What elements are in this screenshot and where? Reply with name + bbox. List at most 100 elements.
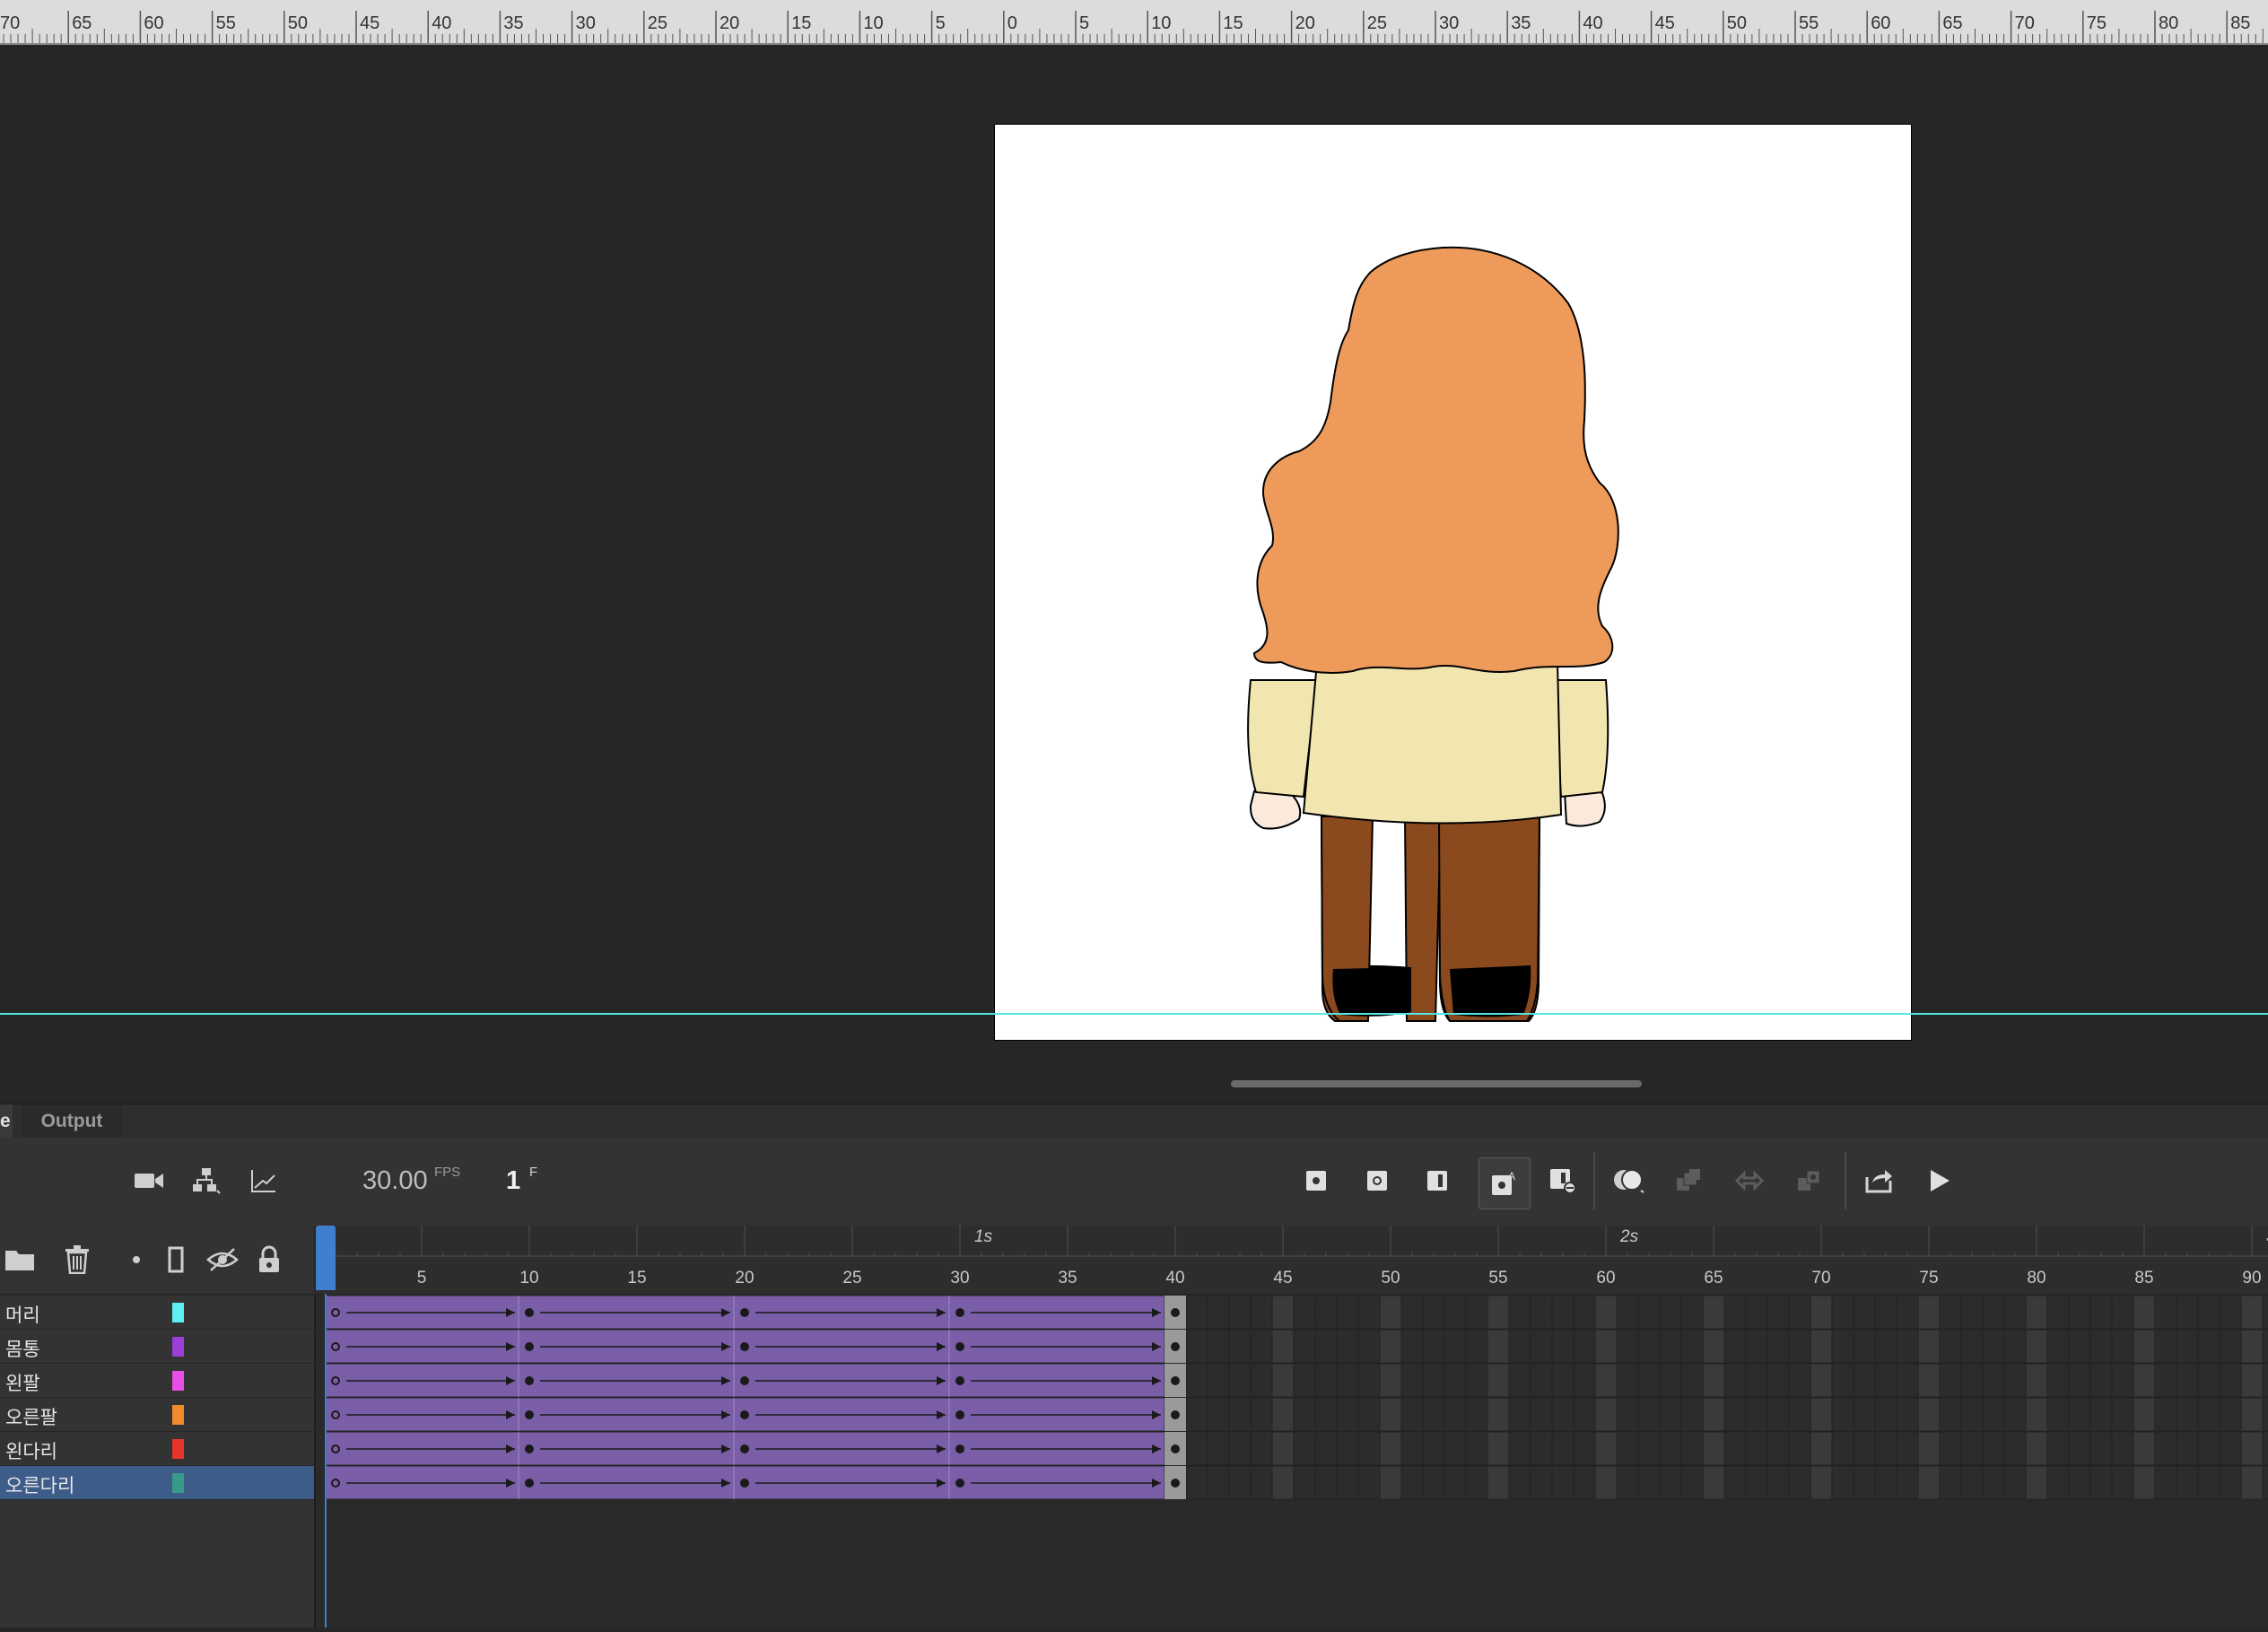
empty-frame-cell[interactable] [1336, 1397, 1359, 1432]
empty-frame-cell[interactable] [1487, 1329, 1510, 1364]
empty-frame-cell[interactable] [2176, 1363, 2199, 1398]
empty-frame-cell[interactable] [1680, 1465, 1704, 1500]
empty-frame-cell[interactable] [1723, 1465, 1747, 1500]
keyframe-dot[interactable] [525, 1479, 534, 1488]
empty-frame-cell[interactable] [1336, 1295, 1359, 1330]
empty-frame-cell[interactable] [1314, 1431, 1338, 1466]
empty-frame-cell[interactable] [1508, 1329, 1531, 1364]
empty-frame-cell[interactable] [1594, 1363, 1618, 1398]
empty-frame-cell[interactable] [1357, 1465, 1381, 1500]
empty-frame-cell[interactable] [1659, 1431, 1682, 1466]
empty-frame-cell[interactable] [1766, 1465, 1790, 1500]
empty-frame-cell[interactable] [1616, 1465, 1639, 1500]
keyframe-dot[interactable] [955, 1376, 964, 1385]
layer-color-swatch[interactable] [172, 1337, 184, 1357]
empty-frame-cell[interactable] [1422, 1329, 1445, 1364]
empty-frame-cell[interactable] [1982, 1397, 2005, 1432]
keyframe-dot[interactable] [525, 1342, 534, 1351]
empty-frame-cell[interactable] [1465, 1295, 1488, 1330]
empty-frame-cell[interactable] [1831, 1397, 1854, 1432]
empty-frame-cell[interactable] [1874, 1295, 1897, 1330]
empty-frame-cell[interactable] [1616, 1363, 1639, 1398]
empty-frame-cell[interactable] [1788, 1329, 1811, 1364]
empty-frame-cell[interactable] [2003, 1295, 2027, 1330]
empty-frame-cell[interactable] [1314, 1363, 1338, 1398]
empty-frame-cell[interactable] [1314, 1397, 1338, 1432]
empty-frame-cell[interactable] [1530, 1431, 1553, 1466]
trash-icon[interactable] [57, 1240, 97, 1279]
empty-frame-cell[interactable] [2262, 1397, 2268, 1432]
empty-frame-cell[interactable] [1444, 1397, 1467, 1432]
empty-frame-cell[interactable] [1745, 1295, 1768, 1330]
layer-name[interactable]: 몸통 [5, 1335, 40, 1362]
empty-frame-cell[interactable] [2176, 1431, 2199, 1466]
empty-frame-cell[interactable] [1508, 1397, 1531, 1432]
empty-frame-cell[interactable] [1228, 1363, 1252, 1398]
empty-frame-cell[interactable] [2046, 1329, 2070, 1364]
empty-frame-cell[interactable] [1939, 1465, 1962, 1500]
empty-frame-cell[interactable] [1810, 1397, 1833, 1432]
empty-frame-cell[interactable] [1336, 1431, 1359, 1466]
empty-frame-cell[interactable] [1616, 1431, 1639, 1466]
empty-frame-cell[interactable] [1917, 1295, 1941, 1330]
empty-frame-cell[interactable] [1573, 1465, 1596, 1500]
empty-frame-cell[interactable] [1702, 1295, 1725, 1330]
empty-frame-cell[interactable] [1917, 1363, 1941, 1398]
empty-frame-cell[interactable] [1551, 1431, 1575, 1466]
keyframe-dot[interactable] [525, 1376, 534, 1385]
empty-frame-cell[interactable] [1874, 1329, 1897, 1364]
empty-frame-cell[interactable] [1939, 1397, 1962, 1432]
keyframe-dot[interactable] [1171, 1308, 1180, 1317]
empty-frame-cell[interactable] [1185, 1329, 1208, 1364]
empty-frame-cell[interactable] [1487, 1431, 1510, 1466]
empty-frame-cell[interactable] [1293, 1363, 1316, 1398]
empty-frame-cell[interactable] [2219, 1295, 2242, 1330]
empty-frame-cell[interactable] [1465, 1397, 1488, 1432]
empty-frame-cell[interactable] [1444, 1465, 1467, 1500]
empty-frame-cell[interactable] [1896, 1465, 1919, 1500]
empty-frame-cell[interactable] [1293, 1329, 1316, 1364]
empty-frame-cell[interactable] [1960, 1363, 1984, 1398]
empty-frame-cell[interactable] [1831, 1431, 1854, 1466]
empty-frame-cell[interactable] [1400, 1329, 1424, 1364]
empty-frame-cell[interactable] [1766, 1431, 1790, 1466]
empty-frame-cell[interactable] [1357, 1329, 1381, 1364]
empty-frame-cell[interactable] [1573, 1295, 1596, 1330]
empty-frame-cell[interactable] [1810, 1431, 1833, 1466]
empty-frame-cell[interactable] [1400, 1431, 1424, 1466]
empty-frame-cell[interactable] [1637, 1465, 1661, 1500]
empty-frame-cell[interactable] [1551, 1465, 1575, 1500]
empty-frame-cell[interactable] [2003, 1465, 2027, 1500]
stage-horizontal-scrollbar[interactable] [1231, 1080, 1642, 1087]
empty-frame-cell[interactable] [2262, 1295, 2268, 1330]
empty-frame-cell[interactable] [2068, 1329, 2091, 1364]
empty-frame-cell[interactable] [1702, 1329, 1725, 1364]
empty-frame-cell[interactable] [1831, 1465, 1854, 1500]
empty-frame-cell[interactable] [2262, 1431, 2268, 1466]
empty-frame-cell[interactable] [1379, 1431, 1402, 1466]
layer-color-swatch[interactable] [172, 1405, 184, 1425]
empty-frame-cell[interactable] [1659, 1329, 1682, 1364]
empty-frame-cell[interactable] [2068, 1397, 2091, 1432]
empty-frame-cell[interactable] [1896, 1431, 1919, 1466]
empty-frame-cell[interactable] [2133, 1329, 2156, 1364]
empty-frame-cell[interactable] [2089, 1397, 2113, 1432]
layer-row[interactable]: 오른다리 [0, 1466, 314, 1500]
empty-frame-cell[interactable] [1508, 1431, 1531, 1466]
empty-frame-cell[interactable] [1637, 1397, 1661, 1432]
empty-frame-cell[interactable] [1659, 1397, 1682, 1432]
empty-frame-cell[interactable] [1616, 1295, 1639, 1330]
empty-frame-cell[interactable] [2046, 1465, 2070, 1500]
empty-frame-cell[interactable] [1766, 1397, 1790, 1432]
empty-frame-cell[interactable] [1185, 1465, 1208, 1500]
empty-frame-cell[interactable] [1810, 1465, 1833, 1500]
empty-frame-cell[interactable] [2089, 1295, 2113, 1330]
layer-color-swatch[interactable] [172, 1473, 184, 1493]
empty-frame-cell[interactable] [1487, 1363, 1510, 1398]
empty-frame-cell[interactable] [1637, 1363, 1661, 1398]
empty-frame-cell[interactable] [1874, 1431, 1897, 1466]
empty-frame-cell[interactable] [2111, 1363, 2134, 1398]
empty-frame-cell[interactable] [1788, 1363, 1811, 1398]
layer-row[interactable]: 왼팔 [0, 1364, 314, 1398]
empty-frame-cell[interactable] [1314, 1329, 1338, 1364]
